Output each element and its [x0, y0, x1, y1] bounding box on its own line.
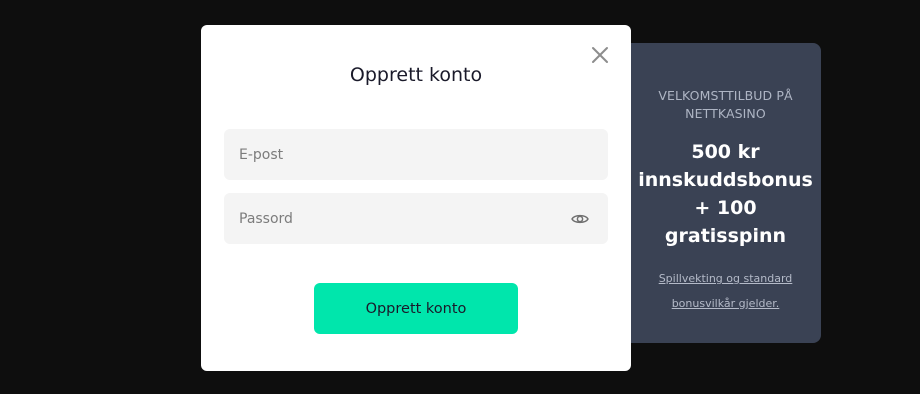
email-field-container [224, 129, 608, 180]
welcome-offer-panel: VELKOMSTTILBUD PÅ NETTKASINO 500 kr inns… [600, 43, 821, 343]
create-account-button[interactable]: Opprett konto [314, 283, 518, 334]
welcome-offer-content: VELKOMSTTILBUD PÅ NETTKASINO 500 kr inns… [630, 43, 821, 343]
email-field[interactable] [239, 129, 559, 180]
create-account-modal: Opprett konto Opprett konto [201, 25, 631, 371]
modal-title: Opprett konto [349, 64, 483, 86]
password-field-container [224, 193, 608, 244]
password-field[interactable] [239, 193, 559, 244]
close-icon [592, 47, 608, 63]
close-button[interactable] [590, 45, 610, 65]
welcome-offer-text: 500 kr innskuddsbonus + 100 gratisspinn [638, 141, 813, 247]
eye-icon [571, 214, 589, 224]
show-password-toggle[interactable] [570, 209, 590, 229]
bonus-terms-link[interactable]: Spillvekting og standard bonusvilkår gje… [630, 266, 821, 316]
welcome-offer-heading: VELKOMSTTILBUD PÅ NETTKASINO [658, 88, 793, 121]
